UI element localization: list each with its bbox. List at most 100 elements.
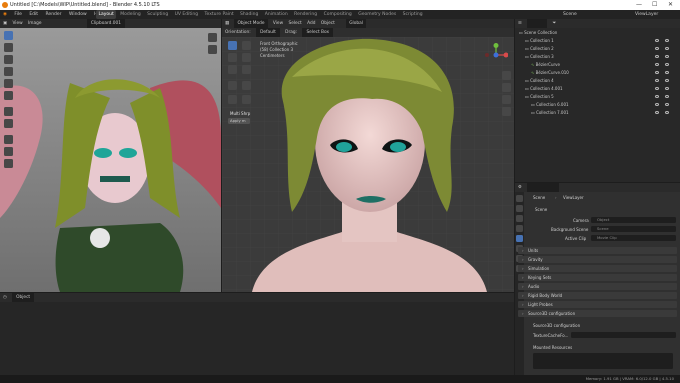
visibility-eye-icon[interactable]: [665, 95, 669, 98]
active-clip-field[interactable]: Movie Clip: [591, 235, 676, 241]
visibility-eye-icon[interactable]: [665, 71, 669, 74]
properties-search-input[interactable]: ​: [527, 183, 560, 192]
background-scene-field[interactable]: Scene: [591, 226, 676, 232]
outliner-row[interactable]: ▭ Collection 2: [515, 45, 680, 52]
panel-audio[interactable]: Audio: [518, 283, 677, 290]
timeline-mode-dropdown[interactable]: Object: [12, 293, 35, 302]
object-menu[interactable]: Object: [321, 19, 335, 28]
filter-icon[interactable]: ⏷: [553, 19, 556, 28]
perspective-toggle-icon[interactable]: [502, 107, 511, 116]
add-cube-tool-icon[interactable]: [228, 95, 237, 104]
select-box-tool-icon[interactable]: [4, 31, 13, 40]
camera-view-icon[interactable]: [502, 95, 511, 104]
sample-tool-icon[interactable]: [4, 135, 13, 144]
image-editor-image-menu[interactable]: Image: [28, 19, 41, 28]
outliner-row[interactable]: ▭ Collection 7.001: [515, 109, 680, 116]
panel-source3d-configuration[interactable]: Source3D configuration: [518, 310, 677, 317]
3d-viewport[interactable]: ▦ Object Mode View Select Add Object Glo…: [222, 19, 514, 292]
menu-window[interactable]: Window: [66, 10, 90, 19]
move-tool-icon[interactable]: [4, 55, 13, 64]
cursor-tool-icon[interactable]: [242, 41, 251, 50]
cursor-tool-icon[interactable]: [4, 43, 13, 52]
add-menu[interactable]: Add: [307, 19, 315, 28]
outliner-editor-type-icon[interactable]: ☰: [518, 19, 522, 28]
visibility-eye-icon[interactable]: [665, 103, 669, 106]
panel-keying-sets[interactable]: Keying Sets: [518, 274, 677, 281]
panel-gravity[interactable]: Gravity: [518, 256, 677, 263]
panel-simulation[interactable]: Simulation: [518, 265, 677, 272]
annotate-tool-icon[interactable]: [4, 107, 13, 116]
menu-file[interactable]: File: [11, 10, 25, 19]
properties-editor-type-icon[interactable]: ⚙: [518, 183, 522, 192]
maximize-button[interactable]: ☐: [652, 0, 657, 10]
visibility-eye-icon[interactable]: [665, 79, 669, 82]
texture-cache-field[interactable]: [571, 332, 676, 338]
apply-button[interactable]: Apply m: [228, 118, 250, 124]
view-menu[interactable]: View: [273, 19, 283, 28]
exclude-checkbox-icon[interactable]: [655, 87, 659, 90]
outliner-row[interactable]: ▭ Collection 6.001: [515, 101, 680, 108]
tab-sculpting[interactable]: Sculpting: [145, 10, 171, 19]
render-tab-icon[interactable]: [516, 205, 523, 212]
visibility-eye-icon[interactable]: [665, 39, 669, 42]
outliner-row[interactable]: ▭ Collection 1: [515, 37, 680, 44]
scale-tool-icon[interactable]: [4, 79, 13, 88]
transform-orientation-dropdown[interactable]: Global: [346, 19, 366, 28]
panel-units[interactable]: Units: [518, 247, 677, 254]
outliner-row[interactable]: ▭ Collection 5: [515, 93, 680, 100]
viewlayer-selector[interactable]: ViewLayer: [632, 10, 661, 19]
tab-texture-paint[interactable]: Texture Paint: [202, 10, 236, 19]
menu-edit[interactable]: Edit: [26, 10, 41, 19]
exclude-checkbox-icon[interactable]: [655, 39, 659, 42]
panel-light-probes[interactable]: Light Probes: [518, 301, 677, 308]
tab-shading[interactable]: Shading: [238, 10, 261, 19]
annotate-tool-icon[interactable]: [228, 81, 237, 90]
camera-field[interactable]: Object: [591, 217, 676, 223]
extrude-tool-icon[interactable]: [242, 95, 251, 104]
image-editor-view-menu[interactable]: View: [12, 19, 22, 28]
outliner-row[interactable]: ∿ BézierCurve: [515, 61, 680, 68]
sample-tool-icon[interactable]: [4, 159, 13, 168]
drag-dropdown[interactable]: Select Box: [302, 28, 334, 37]
pan-hand-icon[interactable]: [502, 83, 511, 92]
scene-tab-icon[interactable]: [516, 235, 523, 242]
exclude-checkbox-icon[interactable]: [655, 71, 659, 74]
scene-section-title[interactable]: Scene: [535, 207, 547, 212]
orientation-dropdown[interactable]: Default: [256, 28, 280, 37]
rotate-tool-icon[interactable]: [242, 53, 251, 62]
tab-animation[interactable]: Animation: [262, 10, 290, 19]
exclude-checkbox-icon[interactable]: [655, 79, 659, 82]
exclude-checkbox-icon[interactable]: [655, 55, 659, 58]
select-menu[interactable]: Select: [288, 19, 301, 28]
pan-hand-icon[interactable]: [208, 45, 217, 54]
outliner-search-input[interactable]: ​: [527, 19, 548, 28]
outliner-row[interactable]: ▭ Collection 4: [515, 77, 680, 84]
visibility-eye-icon[interactable]: [665, 55, 669, 58]
panel-rigid-body-world[interactable]: Rigid Body World: [518, 292, 677, 299]
exclude-checkbox-icon[interactable]: [655, 95, 659, 98]
measure-tool-icon[interactable]: [242, 81, 251, 90]
measure-tool-icon[interactable]: [4, 119, 13, 128]
select-tool-icon[interactable]: [228, 41, 237, 50]
exclude-checkbox-icon[interactable]: [655, 103, 659, 106]
tab-scripting[interactable]: Scripting: [400, 10, 425, 19]
menu-render[interactable]: Render: [43, 10, 65, 19]
outliner-row[interactable]: ∿ BézierCurve.010: [515, 69, 680, 76]
minimize-button[interactable]: —: [636, 0, 642, 10]
transform-tool-icon[interactable]: [242, 65, 251, 74]
zoom-icon[interactable]: [502, 71, 511, 80]
output-tab-icon[interactable]: [516, 215, 523, 222]
zoom-icon[interactable]: [208, 33, 217, 42]
viewport-editor-type-icon[interactable]: ▦: [225, 19, 229, 28]
mounted-resources-list[interactable]: [533, 353, 673, 369]
tab-geometry-nodes[interactable]: Geometry Nodes: [356, 10, 399, 19]
outliner-row[interactable]: ▭ Collection 3: [515, 53, 680, 60]
transform-tool-icon[interactable]: [4, 91, 13, 100]
exclude-checkbox-icon[interactable]: [655, 111, 659, 114]
rotate-tool-icon[interactable]: [4, 67, 13, 76]
tab-uv-editing[interactable]: UV Editing: [172, 10, 200, 19]
tab-rendering[interactable]: Rendering: [292, 10, 320, 19]
visibility-eye-icon[interactable]: [665, 87, 669, 90]
close-button[interactable]: ✕: [668, 0, 673, 10]
visibility-eye-icon[interactable]: [665, 111, 669, 114]
